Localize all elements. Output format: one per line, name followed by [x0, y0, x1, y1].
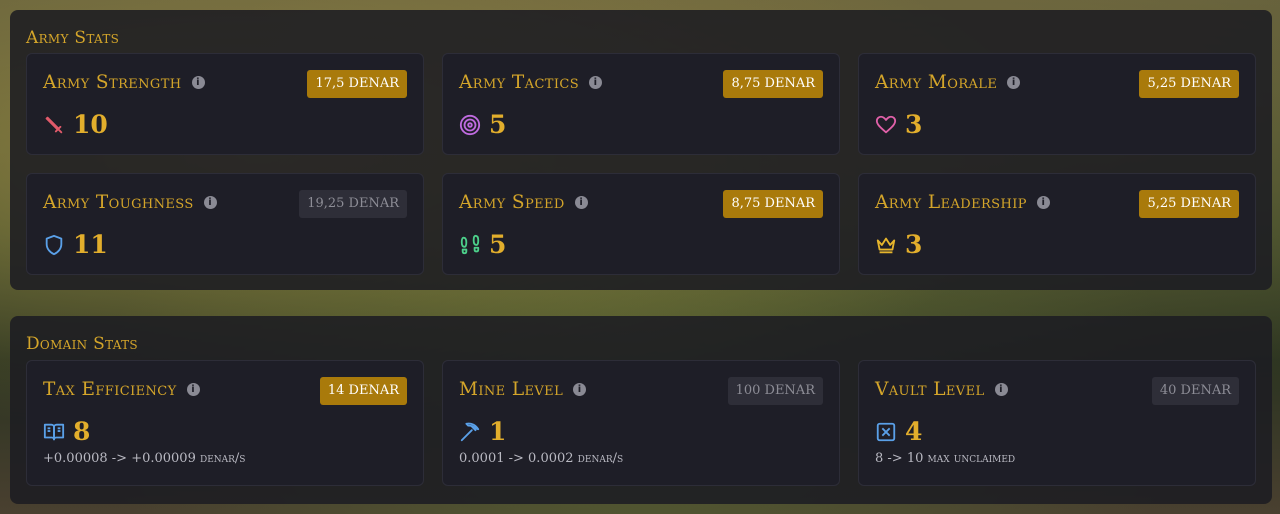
- pickaxe-icon: [460, 422, 480, 441]
- info-icon[interactable]: i: [186, 383, 200, 396]
- card-label: Army Morale: [875, 72, 998, 93]
- crown-icon: [876, 237, 896, 253]
- sword-icon: [45, 116, 63, 133]
- card-label: Tax Efficiency: [43, 379, 177, 400]
- card-label: Army Leadership: [875, 192, 1027, 213]
- stat-value-row: 5: [459, 230, 506, 259]
- target-icon: [459, 114, 481, 135]
- mine-level-title: Mine Level i: [459, 379, 587, 400]
- stat-value: 10: [73, 110, 108, 139]
- stat-value: 4: [905, 417, 923, 446]
- army-speed-card: Army Speed i 8,75 DENAR 5: [442, 173, 840, 275]
- army-tactics-card: Army Tactics i 8,75 DENAR 5: [442, 53, 840, 155]
- card-label: Vault Level: [875, 379, 985, 400]
- upgrade-cost-button[interactable]: 5,25 DENAR: [1139, 190, 1239, 218]
- upgrade-cost-button[interactable]: 8,75 DENAR: [723, 70, 823, 98]
- stat-value-row: 8: [43, 417, 90, 446]
- card-label: Mine Level: [459, 379, 564, 400]
- upgrade-cost-button[interactable]: 5,25 DENAR: [1139, 70, 1239, 98]
- stat-detail: 0.0001 -> 0.0002 denar/s: [459, 451, 624, 466]
- tax-efficiency-card: Tax Efficiency i 14 DENAR 8 +0.00008 -> …: [26, 360, 424, 486]
- info-icon[interactable]: i: [191, 76, 205, 89]
- card-label: Army Strength: [43, 72, 182, 93]
- domain-stats-panel: Domain Stats Tax Efficiency i 14 DENAR 8…: [10, 316, 1272, 504]
- info-icon[interactable]: i: [573, 383, 587, 396]
- stat-value-row: 5: [459, 110, 506, 139]
- army-tactics-title: Army Tactics i: [459, 72, 603, 93]
- info-icon[interactable]: i: [574, 196, 588, 209]
- army-morale-title: Army Morale i: [875, 72, 1021, 93]
- stat-value-row: 4: [875, 417, 922, 446]
- card-label: Army Tactics: [459, 72, 580, 93]
- army-speed-title: Army Speed i: [459, 192, 588, 213]
- stat-value: 11: [73, 230, 108, 259]
- army-strength-card: Army Strength i 17,5 DENAR 10: [26, 53, 424, 155]
- army-toughness-card: Army Toughness i 19,25 DENAR 11: [26, 173, 424, 275]
- stat-value: 5: [489, 110, 507, 139]
- upgrade-cost-button[interactable]: 17,5 DENAR: [307, 70, 407, 98]
- domain-stats-title: Domain Stats: [26, 334, 138, 354]
- army-morale-card: Army Morale i 5,25 DENAR 3: [858, 53, 1256, 155]
- stat-value-row: 11: [43, 230, 108, 259]
- stat-value-row: 1: [459, 417, 506, 446]
- heart-icon: [875, 115, 897, 133]
- army-leadership-card: Army Leadership i 5,25 DENAR 3: [858, 173, 1256, 275]
- army-toughness-title: Army Toughness i: [43, 192, 217, 213]
- footprints-icon: [460, 234, 480, 254]
- stat-value: 3: [905, 110, 923, 139]
- stat-value-row: 3: [875, 230, 922, 259]
- upgrade-cost-button[interactable]: 8,75 DENAR: [723, 190, 823, 218]
- upgrade-cost-button[interactable]: 14 DENAR: [319, 377, 407, 405]
- book-icon: [43, 423, 65, 440]
- tax-efficiency-title: Tax Efficiency i: [43, 379, 200, 400]
- army-leadership-title: Army Leadership i: [875, 192, 1050, 213]
- stat-value: 3: [905, 230, 923, 259]
- info-icon[interactable]: i: [203, 196, 217, 209]
- stat-value-row: 10: [43, 110, 108, 139]
- stat-detail: +0.00008 -> +0.00009 denar/s: [43, 451, 246, 466]
- info-icon[interactable]: i: [1036, 196, 1050, 209]
- army-strength-title: Army Strength i: [43, 72, 205, 93]
- upgrade-cost-button[interactable]: 19,25 DENAR: [299, 190, 407, 218]
- card-label: Army Toughness: [43, 192, 194, 213]
- army-stats-title: Army Stats: [26, 28, 120, 48]
- vault-level-card: Vault Level i 40 DENAR 4 8 -> 10 max unc…: [858, 360, 1256, 486]
- card-label: Army Speed: [459, 192, 565, 213]
- upgrade-cost-button[interactable]: 40 DENAR: [1151, 377, 1239, 405]
- info-icon[interactable]: i: [1007, 76, 1021, 89]
- army-stats-panel: Army Stats Army Strength i 17,5 DENAR 10…: [10, 10, 1272, 290]
- stat-value: 5: [489, 230, 507, 259]
- info-icon[interactable]: i: [589, 76, 603, 89]
- mine-level-card: Mine Level i 100 DENAR 1 0.0001 -> 0.000…: [442, 360, 840, 486]
- vault-icon: [876, 422, 896, 441]
- vault-level-title: Vault Level i: [875, 379, 1008, 400]
- stat-value-row: 3: [875, 110, 922, 139]
- upgrade-cost-button[interactable]: 100 DENAR: [727, 377, 823, 405]
- info-icon[interactable]: i: [994, 383, 1008, 396]
- shield-icon: [45, 234, 63, 255]
- stat-detail: 8 -> 10 max unclaimed: [875, 451, 1016, 466]
- stat-value: 8: [73, 417, 91, 446]
- stat-value: 1: [489, 417, 507, 446]
